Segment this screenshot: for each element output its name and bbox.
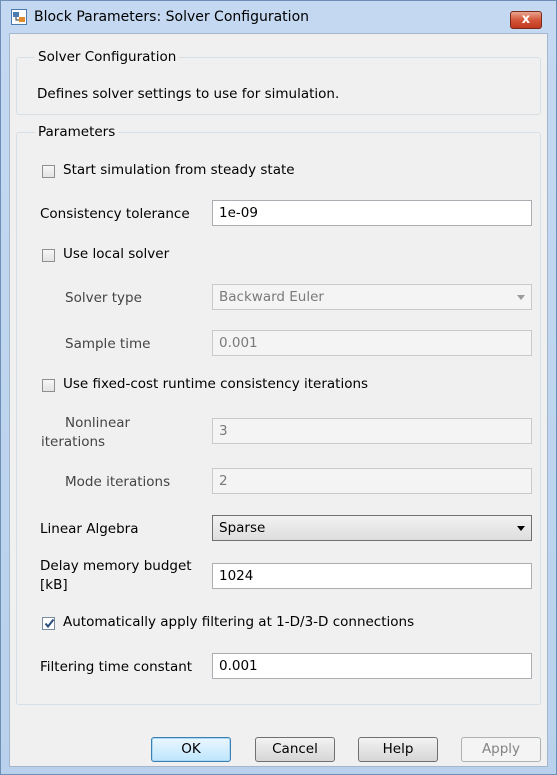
chevron-down-icon: [517, 295, 525, 300]
chevron-down-icon: [517, 526, 525, 531]
solver-type-label: Solver type: [65, 290, 142, 306]
use-local-solver-label: Use local solver: [63, 246, 170, 262]
linear-algebra-label: Linear Algebra: [40, 521, 139, 537]
mode-iterations-field[interactable]: 2: [212, 468, 532, 494]
simulink-block-icon: [11, 9, 27, 25]
linear-algebra-dropdown[interactable]: Sparse: [212, 515, 532, 541]
description-group-title: Solver Configuration: [35, 49, 180, 65]
parameters-group-title: Parameters: [35, 124, 119, 140]
dialog-window: Block Parameters: Solver Configuration x…: [0, 0, 557, 775]
consistency-tolerance-label: Consistency tolerance: [40, 206, 190, 222]
consistency-tolerance-field[interactable]: 1e-09: [212, 200, 532, 226]
solver-type-dropdown[interactable]: Backward Euler: [212, 284, 532, 310]
linear-algebra-value: Sparse: [219, 520, 266, 536]
delay-memory-label-line2: [kB]: [40, 577, 68, 593]
fixed-cost-checkbox[interactable]: [42, 379, 55, 392]
window-title: Block Parameters: Solver Configuration: [34, 9, 310, 25]
sample-time-label: Sample time: [65, 336, 151, 352]
nonlinear-iterations-field[interactable]: 3: [212, 418, 532, 444]
delay-memory-label-line1: Delay memory budget: [40, 558, 192, 574]
auto-filter-checkbox[interactable]: [42, 617, 55, 630]
start-steady-state-checkbox[interactable]: [42, 165, 55, 178]
solver-type-value: Backward Euler: [219, 289, 324, 305]
use-local-solver-checkbox[interactable]: [42, 249, 55, 262]
sample-time-field[interactable]: 0.001: [212, 330, 532, 356]
cancel-button[interactable]: Cancel: [255, 737, 335, 762]
close-icon: x: [521, 12, 531, 27]
start-steady-state-label: Start simulation from steady state: [63, 162, 295, 178]
filter-time-constant-label: Filtering time constant: [40, 659, 193, 675]
auto-filter-label: Automatically apply filtering at 1-D/3-D…: [63, 614, 415, 630]
nonlinear-iterations-label-line1: Nonlinear: [65, 415, 131, 431]
filter-time-constant-field[interactable]: 0.001: [212, 653, 532, 679]
help-button[interactable]: Help: [358, 737, 438, 762]
apply-button[interactable]: Apply: [461, 737, 541, 762]
title-bar[interactable]: Block Parameters: Solver Configuration x: [1, 1, 556, 34]
dialog-body: Defines solver settings to use for simul…: [9, 33, 548, 767]
checkmark-icon: [44, 618, 55, 629]
ok-button[interactable]: OK: [151, 737, 231, 762]
close-button[interactable]: x: [510, 11, 542, 29]
block-description: Defines solver settings to use for simul…: [37, 86, 340, 102]
description-group: Defines solver settings to use for simul…: [16, 57, 541, 115]
fixed-cost-label: Use fixed-cost runtime consistency itera…: [63, 376, 369, 392]
delay-memory-field[interactable]: 1024: [212, 563, 532, 589]
mode-iterations-label: Mode iterations: [65, 474, 171, 490]
nonlinear-iterations-label-line2: iterations: [41, 434, 106, 450]
